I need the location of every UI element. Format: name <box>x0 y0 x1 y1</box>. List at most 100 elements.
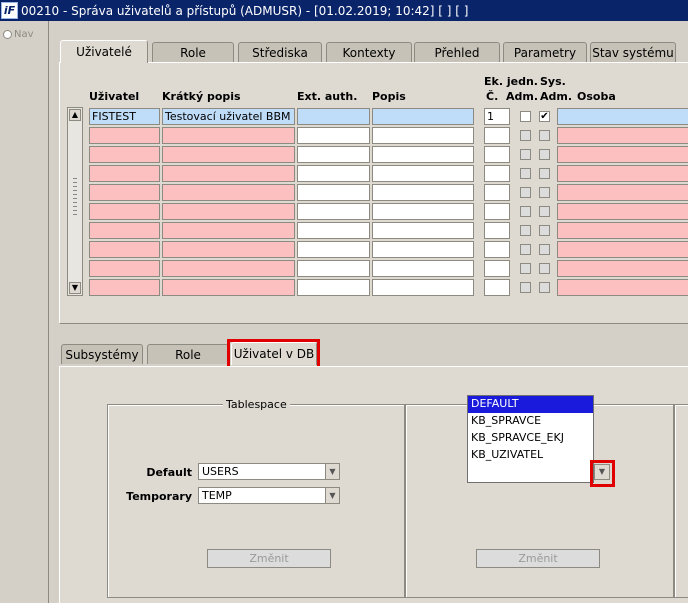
checkbox-adm[interactable] <box>520 225 531 236</box>
cell-osoba[interactable] <box>557 127 688 144</box>
cell-ek-jedn[interactable] <box>484 146 510 163</box>
cell-ext-auth[interactable] <box>297 184 370 201</box>
tab-parametry[interactable]: Parametry <box>503 42 587 62</box>
cell-ek-jedn[interactable] <box>484 241 510 258</box>
cell-ext-auth[interactable] <box>297 127 370 144</box>
checkbox-sys-adm[interactable] <box>539 225 550 236</box>
cell-uzivatel[interactable] <box>89 127 160 144</box>
cell-ext-auth[interactable] <box>297 165 370 182</box>
cell-ext-auth[interactable] <box>297 279 370 296</box>
cell-uzivatel[interactable] <box>89 241 160 258</box>
tab-strediska[interactable]: Střediska <box>238 42 322 62</box>
table-scrollbar[interactable]: ▲ ▼ <box>67 107 83 296</box>
default-tablespace-select[interactable]: USERS ▼ <box>198 463 340 480</box>
cell-ek-jedn[interactable] <box>484 184 510 201</box>
tab-role-bottom[interactable]: Role <box>147 344 229 364</box>
checkbox-sys-adm[interactable] <box>539 187 550 198</box>
cell-osoba[interactable] <box>557 203 688 220</box>
cell-kratky-popis[interactable] <box>162 127 295 144</box>
checkbox-adm[interactable] <box>520 263 531 274</box>
checkbox-adm[interactable] <box>520 111 531 122</box>
checkbox-adm[interactable] <box>520 130 531 141</box>
list-item[interactable]: KB_UZIVATEL <box>468 447 593 464</box>
tab-uzivatel-v-db[interactable]: Uživatel v DB <box>231 342 317 365</box>
checkbox-sys-adm[interactable] <box>539 149 550 160</box>
cell-popis[interactable] <box>372 222 474 239</box>
cell-ext-auth[interactable] <box>297 260 370 277</box>
cell-ek-jedn[interactable] <box>484 279 510 296</box>
cell-kratky-popis[interactable]: Testovací uživatel BBM <box>162 108 295 125</box>
cell-uzivatel[interactable] <box>89 279 160 296</box>
cell-popis[interactable] <box>372 184 474 201</box>
checkbox-sys-adm[interactable] <box>539 282 550 293</box>
cell-uzivatel[interactable] <box>89 260 160 277</box>
cell-ek-jedn[interactable] <box>484 203 510 220</box>
cell-kratky-popis[interactable] <box>162 279 295 296</box>
chevron-down-icon[interactable]: ▼ <box>325 488 339 503</box>
cell-ek-jedn[interactable] <box>484 127 510 144</box>
checkbox-adm[interactable] <box>520 149 531 160</box>
cell-kratky-popis[interactable] <box>162 165 295 182</box>
cell-kratky-popis[interactable] <box>162 146 295 163</box>
checkbox-adm[interactable] <box>520 244 531 255</box>
cell-kratky-popis[interactable] <box>162 241 295 258</box>
scroll-up-icon[interactable]: ▲ <box>69 109 81 121</box>
temporary-tablespace-select[interactable]: TEMP ▼ <box>198 487 340 504</box>
cell-kratky-popis[interactable] <box>162 203 295 220</box>
cell-kratky-popis[interactable] <box>162 222 295 239</box>
cell-popis[interactable] <box>372 279 474 296</box>
cell-osoba[interactable] <box>557 260 688 277</box>
cell-ext-auth[interactable] <box>297 222 370 239</box>
tab-role[interactable]: Role <box>152 42 234 62</box>
cell-ext-auth[interactable] <box>297 241 370 258</box>
checkbox-sys-adm[interactable] <box>539 263 550 274</box>
cell-popis[interactable] <box>372 165 474 182</box>
checkbox-adm[interactable] <box>520 206 531 217</box>
cell-uzivatel[interactable] <box>89 222 160 239</box>
cell-ek-jedn[interactable] <box>484 260 510 277</box>
tab-prehled[interactable]: Přehled <box>414 42 500 62</box>
cell-uzivatel[interactable]: FISTEST <box>89 108 160 125</box>
change-tablespace-button[interactable]: Změnit <box>207 549 331 568</box>
cell-uzivatel[interactable] <box>89 184 160 201</box>
checkbox-adm[interactable] <box>520 168 531 179</box>
cell-ext-auth[interactable] <box>297 108 370 125</box>
cell-uzivatel[interactable] <box>89 165 160 182</box>
cell-popis[interactable] <box>372 260 474 277</box>
checkbox-sys-adm[interactable] <box>539 168 550 179</box>
cell-osoba[interactable] <box>557 165 688 182</box>
list-item[interactable]: KB_SPRAVCE_EKJ <box>468 430 593 447</box>
cell-osoba[interactable] <box>557 222 688 239</box>
cell-uzivatel[interactable] <box>89 146 160 163</box>
chevron-down-icon[interactable]: ▼ <box>325 464 339 479</box>
list-item[interactable]: KB_SPRAVCE <box>468 413 593 430</box>
tab-subsystemy[interactable]: Subsystémy <box>61 344 143 364</box>
cell-kratky-popis[interactable] <box>162 260 295 277</box>
tab-kontexty[interactable]: Kontexty <box>326 42 412 62</box>
checkbox-sys-adm[interactable]: ✔ <box>539 111 550 122</box>
cell-osoba[interactable] <box>557 241 688 258</box>
cell-osoba[interactable] <box>557 146 688 163</box>
cell-popis[interactable] <box>372 241 474 258</box>
cell-kratky-popis[interactable] <box>162 184 295 201</box>
cell-osoba[interactable] <box>557 108 688 125</box>
checkbox-sys-adm[interactable] <box>539 130 550 141</box>
cell-uzivatel[interactable] <box>89 203 160 220</box>
cell-popis[interactable] <box>372 203 474 220</box>
checkbox-sys-adm[interactable] <box>539 244 550 255</box>
cell-ek-jedn[interactable] <box>484 222 510 239</box>
cell-ext-auth[interactable] <box>297 146 370 163</box>
list-item[interactable]: DEFAULT <box>468 396 593 413</box>
scroll-grip[interactable] <box>73 178 77 218</box>
cell-ek-jedn[interactable] <box>484 165 510 182</box>
change-profile-button[interactable]: Změnit <box>476 549 600 568</box>
checkbox-adm[interactable] <box>520 187 531 198</box>
cell-popis[interactable] <box>372 127 474 144</box>
tab-uzivatele[interactable]: Uživatelé <box>60 40 148 63</box>
checkbox-sys-adm[interactable] <box>539 206 550 217</box>
cell-popis[interactable] <box>372 108 474 125</box>
scroll-down-icon[interactable]: ▼ <box>69 282 81 294</box>
cell-ext-auth[interactable] <box>297 203 370 220</box>
nav-button[interactable]: Nav <box>3 29 34 40</box>
cell-osoba[interactable] <box>557 184 688 201</box>
